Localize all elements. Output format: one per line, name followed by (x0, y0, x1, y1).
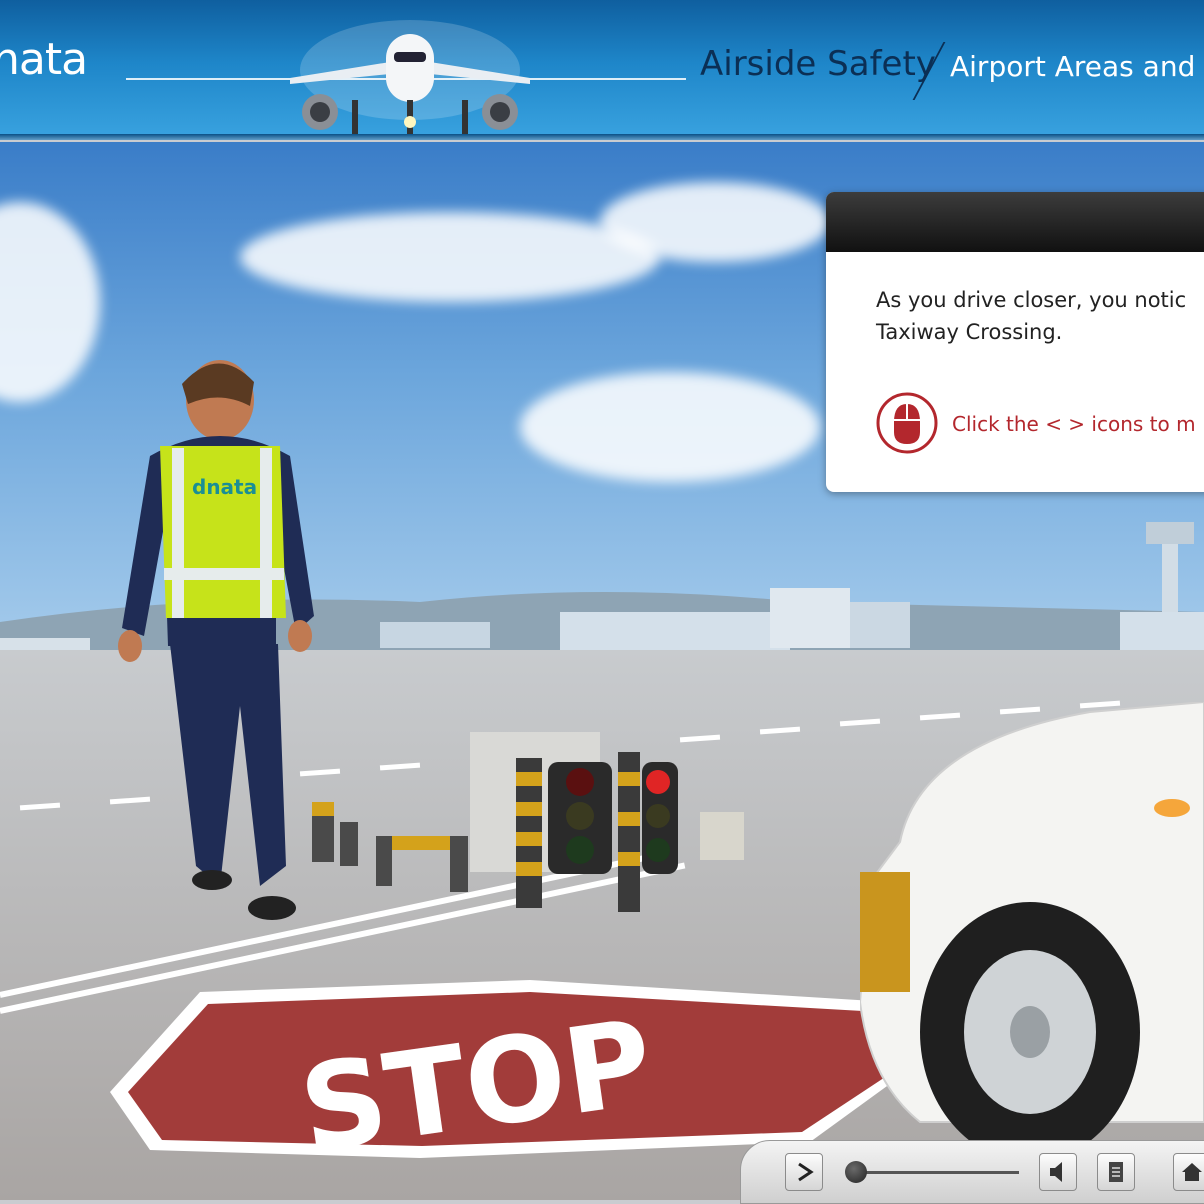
brand-logo: nata (0, 34, 88, 85)
instruction-dialog: As you drive closer, you notic Taxiway C… (826, 192, 1204, 492)
document-icon (1109, 1162, 1123, 1182)
course-title: Airside Safety (700, 44, 936, 84)
vest-logo: dnata (192, 475, 257, 499)
traffic-signal-and-barriers (312, 732, 744, 912)
dialog-header-bar (826, 192, 1204, 252)
cloud (240, 212, 660, 302)
volume-button[interactable] (1039, 1153, 1077, 1191)
seek-handle[interactable] (845, 1161, 867, 1183)
seek-track[interactable] (849, 1171, 1019, 1174)
ground-staff-figure: dnata (118, 360, 314, 920)
header-bottom-bar (0, 134, 1204, 140)
cloud (600, 182, 830, 262)
stop-road-marking: STOP (110, 980, 920, 1162)
play-button[interactable] (785, 1153, 823, 1191)
airplane-illustration (290, 20, 530, 136)
module-title: Airport Areas and (950, 50, 1196, 83)
play-icon (798, 1162, 814, 1182)
home-icon (1182, 1163, 1202, 1181)
navigation-hint: Click the < > icons to m (952, 412, 1196, 436)
dialog-message-line2: Taxiway Crossing. (876, 320, 1063, 344)
home-button[interactable] (1173, 1153, 1204, 1191)
player-controls (740, 1140, 1204, 1204)
speaker-icon (1050, 1162, 1062, 1182)
dialog-message: As you drive closer, you notic Taxiway C… (876, 284, 1186, 348)
header-banner: nata Airside Safety Airport Areas and (0, 0, 1204, 140)
cloud (520, 372, 820, 482)
mouse-icon (876, 392, 938, 454)
dialog-message-line1: As you drive closer, you notic (876, 288, 1187, 312)
notes-button[interactable] (1097, 1153, 1135, 1191)
vehicle-illustration (860, 702, 1204, 1162)
